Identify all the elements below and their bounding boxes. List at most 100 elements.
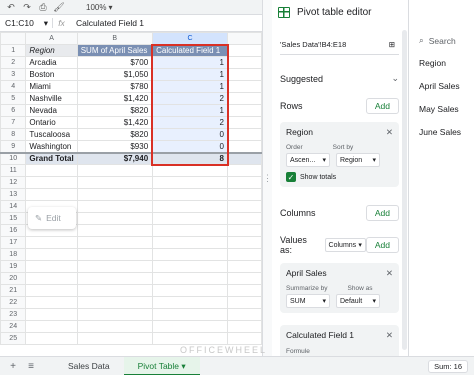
- row-header[interactable]: 9: [0, 140, 27, 153]
- cell[interactable]: 1: [151, 68, 229, 81]
- cell[interactable]: [227, 151, 262, 165]
- panel-resize-handle[interactable]: ⋮: [262, 0, 272, 356]
- cell[interactable]: [151, 272, 229, 285]
- cell[interactable]: [25, 284, 78, 297]
- undo-icon[interactable]: ↶: [6, 2, 16, 12]
- cell[interactable]: $930: [76, 140, 153, 153]
- cell[interactable]: $780: [76, 80, 153, 93]
- sum-indicator[interactable]: Sum: 16: [428, 360, 468, 373]
- cell[interactable]: [25, 260, 78, 273]
- cell[interactable]: Washington: [25, 140, 78, 153]
- column-header[interactable]: A: [25, 32, 78, 45]
- row-header[interactable]: 15: [0, 212, 27, 225]
- cell[interactable]: [151, 188, 229, 201]
- add-sheet-icon[interactable]: +: [4, 361, 22, 372]
- cell[interactable]: $1,050: [76, 68, 153, 81]
- cell[interactable]: [227, 44, 262, 57]
- cell[interactable]: [227, 296, 262, 309]
- cell[interactable]: [76, 248, 153, 261]
- cell[interactable]: [227, 332, 262, 345]
- cell[interactable]: [76, 272, 153, 285]
- cell[interactable]: $7,940: [76, 151, 153, 165]
- cell[interactable]: [151, 296, 229, 309]
- field-item[interactable]: April Sales: [409, 75, 474, 98]
- cell[interactable]: [25, 308, 78, 321]
- cell[interactable]: [151, 176, 229, 189]
- cell[interactable]: [151, 224, 229, 237]
- cell[interactable]: $700: [76, 56, 153, 69]
- cell[interactable]: [227, 200, 262, 213]
- row-header[interactable]: 10: [0, 151, 27, 165]
- cell[interactable]: [227, 272, 262, 285]
- cell[interactable]: 1: [151, 80, 229, 93]
- cell[interactable]: [25, 296, 78, 309]
- cell[interactable]: [227, 260, 262, 273]
- cell[interactable]: [227, 284, 262, 297]
- suggested-section[interactable]: Suggested ⌄: [272, 73, 407, 84]
- field-item[interactable]: May Sales: [409, 98, 474, 121]
- cell[interactable]: [151, 260, 229, 273]
- column-header[interactable]: B: [76, 32, 153, 45]
- corner-cell[interactable]: [0, 32, 27, 45]
- add-value-button[interactable]: Add: [365, 237, 399, 253]
- row-header[interactable]: 18: [0, 248, 27, 261]
- cell[interactable]: [227, 164, 262, 177]
- cell[interactable]: [76, 188, 153, 201]
- cell[interactable]: [76, 164, 153, 177]
- cell[interactable]: Nevada: [25, 104, 78, 117]
- cell[interactable]: [25, 236, 78, 249]
- row-header[interactable]: 12: [0, 176, 27, 189]
- cell[interactable]: [76, 320, 153, 333]
- row-header[interactable]: 2: [0, 56, 27, 69]
- cell[interactable]: [227, 68, 262, 81]
- cell[interactable]: [227, 140, 262, 153]
- cell[interactable]: [227, 128, 262, 141]
- add-row-button[interactable]: Add: [365, 98, 399, 114]
- close-icon[interactable]: ✕: [386, 127, 393, 138]
- cell[interactable]: [151, 200, 229, 213]
- show-totals-checkbox[interactable]: ✓ Show totals: [286, 172, 393, 182]
- cell[interactable]: [227, 236, 262, 249]
- cell[interactable]: Miami: [25, 80, 78, 93]
- cell[interactable]: 8: [151, 151, 229, 166]
- cell[interactable]: $820: [76, 104, 153, 117]
- cell[interactable]: [227, 92, 262, 105]
- cell[interactable]: 1: [151, 56, 229, 69]
- row-header[interactable]: 6: [0, 104, 27, 117]
- cell[interactable]: [25, 248, 78, 261]
- cell[interactable]: Nashville: [25, 92, 78, 105]
- cell[interactable]: [25, 332, 78, 345]
- cell[interactable]: [151, 320, 229, 333]
- cell[interactable]: [151, 164, 229, 177]
- cell[interactable]: [151, 284, 229, 297]
- cell[interactable]: [227, 320, 262, 333]
- cell[interactable]: 0: [151, 128, 229, 141]
- column-header[interactable]: C: [151, 32, 229, 45]
- cell[interactable]: [25, 188, 78, 201]
- close-icon[interactable]: ✕: [386, 268, 393, 279]
- cell[interactable]: Tuscaloosa: [25, 128, 78, 141]
- row-header[interactable]: 13: [0, 188, 27, 201]
- redo-icon[interactable]: ↷: [22, 2, 32, 12]
- print-icon[interactable]: ⎙: [38, 2, 48, 12]
- cell[interactable]: [227, 116, 262, 129]
- cell[interactable]: 1: [151, 104, 229, 117]
- cell[interactable]: Arcadia: [25, 56, 78, 69]
- cell[interactable]: $1,420: [76, 92, 153, 105]
- row-header[interactable]: 25: [0, 332, 27, 345]
- row-header[interactable]: 1: [0, 44, 27, 57]
- cell[interactable]: [227, 56, 262, 69]
- sort-by-select[interactable]: Region ▾: [336, 153, 380, 167]
- cell[interactable]: [76, 296, 153, 309]
- all-sheets-icon[interactable]: ≡: [22, 361, 40, 372]
- row-header[interactable]: 14: [0, 200, 27, 213]
- order-select[interactable]: Ascen... ▾: [286, 153, 330, 167]
- cell[interactable]: [76, 260, 153, 273]
- field-item[interactable]: June Sales: [409, 121, 474, 144]
- cell[interactable]: $1,420: [76, 116, 153, 129]
- values-as-select[interactable]: Columns ▾: [324, 238, 366, 252]
- cell[interactable]: Calculated Field 1: [151, 43, 229, 57]
- row-header[interactable]: 5: [0, 92, 27, 105]
- cell[interactable]: [76, 200, 153, 213]
- cell[interactable]: [151, 332, 229, 345]
